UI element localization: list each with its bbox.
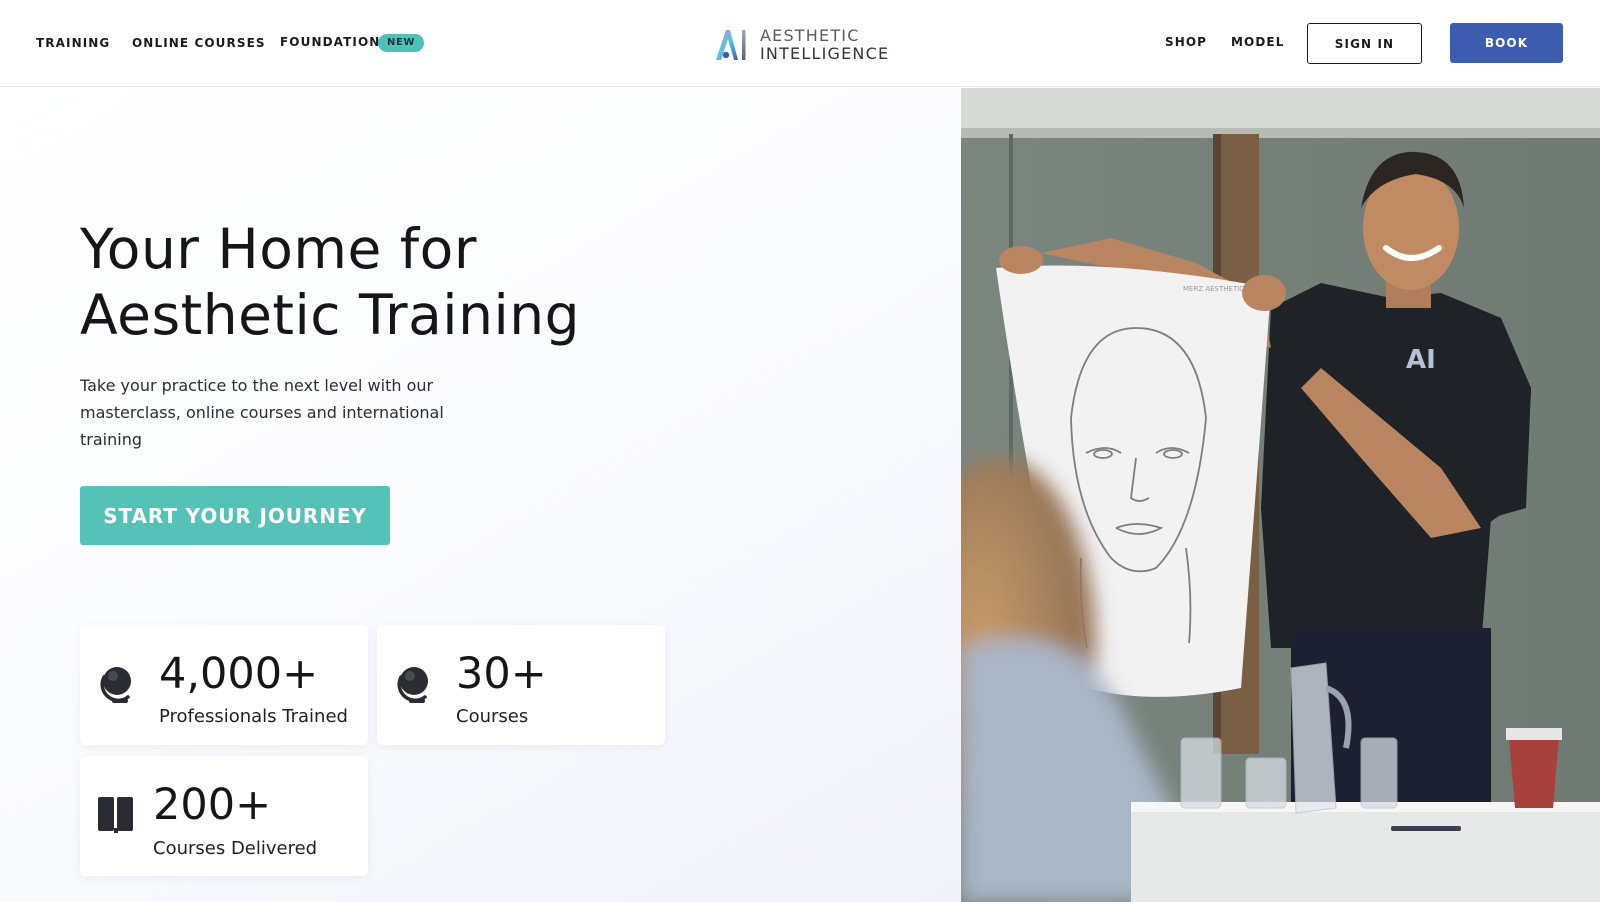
sign-in-button[interactable]: SIGN IN — [1307, 23, 1422, 64]
stat-card-delivered: 200+ Courses Delivered — [80, 756, 368, 876]
site-header: TRAINING ONLINE COURSES FOUNDATION NEW A… — [0, 0, 1600, 87]
brand-logo[interactable]: AESTHETIC INTELLIGENCE — [714, 26, 894, 63]
logo-text-intelligence: INTELLIGENCE — [760, 44, 890, 63]
chart-brand-text: MERZ AESTHETICS — [1183, 285, 1249, 293]
stat-value-professionals: 4,000+ — [159, 649, 319, 699]
book-button[interactable]: BOOK — [1450, 23, 1563, 63]
stat-label-delivered: Courses Delivered — [153, 838, 318, 859]
nav-shop[interactable]: SHOP — [1165, 35, 1207, 49]
stat-label-courses: Courses — [456, 706, 529, 727]
logo-text-aesthetic: AESTHETIC — [760, 26, 860, 45]
hero-title-line1: Your Home for — [80, 217, 477, 281]
trainer-photo-illustration: AI MERZ AESTHETICS — [961, 88, 1600, 902]
stat-value-courses: 30+ — [456, 649, 547, 699]
nav-model[interactable]: MODEL — [1231, 35, 1284, 49]
new-badge: NEW — [378, 34, 425, 52]
hero-title: Your Home for Aesthetic Training — [80, 216, 580, 348]
hero-subtitle: Take your practice to the next level wit… — [80, 376, 444, 449]
stat-label-professionals: Professionals Trained — [159, 706, 348, 727]
stat-card-courses: 30+ Courses — [377, 625, 665, 745]
svg-text:AI: AI — [1406, 345, 1436, 375]
stat-card-professionals: 4,000+ Professionals Trained — [80, 625, 368, 745]
hero-photo: AI MERZ AESTHETICS — [961, 88, 1600, 902]
start-journey-button[interactable]: START YOUR JOURNEY — [80, 486, 390, 545]
hero-section: Your Home for Aesthetic Training Take yo… — [0, 88, 961, 902]
stat-value-delivered: 200+ — [153, 780, 272, 830]
nav-online-courses[interactable]: ONLINE COURSES — [132, 36, 266, 50]
book-icon — [98, 797, 133, 833]
hero-title-line2: Aesthetic Training — [80, 283, 580, 347]
globe-icon — [397, 667, 428, 703]
nav-training[interactable]: TRAINING — [36, 36, 110, 50]
nav-foundation[interactable]: FOUNDATION — [280, 35, 380, 49]
globe-icon — [100, 667, 131, 703]
ai-logo-icon — [716, 30, 746, 60]
